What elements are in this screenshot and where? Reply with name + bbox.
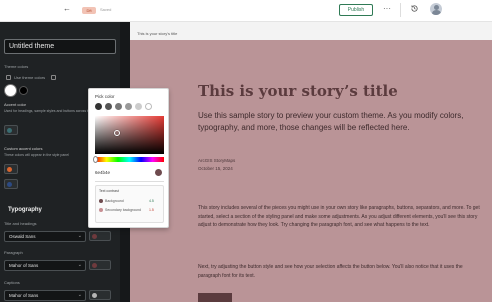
- chevron-down-icon: ⌄: [77, 233, 82, 239]
- picker-divider: [95, 181, 164, 182]
- white-theme-radio[interactable]: [6, 86, 15, 95]
- captions-label: Captions: [4, 280, 20, 285]
- title-font-select[interactable]: Oswald Sans ⌄: [4, 231, 86, 242]
- more-options-icon[interactable]: ···: [383, 4, 391, 13]
- hue-slider[interactable]: [95, 157, 164, 162]
- hex-input[interactable]: 6e4b4e: [95, 170, 110, 175]
- contrast-score-fail: 1.5: [149, 208, 154, 212]
- paragraph-color-button[interactable]: [89, 260, 111, 270]
- theme-colors-label: Theme colors: [4, 64, 29, 69]
- publish-button[interactable]: Publish: [339, 4, 373, 16]
- contrast-score-pass: 4.5: [149, 199, 154, 203]
- captions-color-button[interactable]: [89, 290, 111, 300]
- accent-swatch: [7, 128, 12, 133]
- canvas-story-label: This is your story's title: [137, 31, 178, 36]
- contrast-row-secondary: Secondary background: [99, 208, 141, 213]
- saturation-handle[interactable]: [114, 130, 120, 136]
- preset-swatch[interactable]: [95, 103, 102, 110]
- story-subtitle: Use this sample story to preview your cu…: [198, 111, 464, 132]
- theme-name-input[interactable]: Untitled theme: [4, 39, 116, 54]
- preset-swatch[interactable]: [105, 103, 112, 110]
- custom-swatch-orange: [7, 167, 12, 172]
- chevron-down-icon: ⌄: [77, 262, 82, 268]
- preset-swatch[interactable]: [115, 103, 122, 110]
- custom-color-1-button[interactable]: [4, 164, 18, 174]
- use-theme-colors-checkbox[interactable]: [6, 75, 11, 80]
- story-date: October 15, 2024: [198, 166, 233, 171]
- paragraph-font-select[interactable]: Mahor of Sans ⌄: [4, 260, 86, 271]
- contrast-check-panel: Text contrast Background 4.5 Secondary b…: [95, 185, 164, 223]
- story-paragraph-2: Next, try adjusting the button style and…: [198, 264, 463, 279]
- captions-font-select[interactable]: Mahor of Sans ⌄: [4, 290, 86, 301]
- save-status: Saved: [100, 7, 112, 12]
- color-picker-popover: Pick color 6e4b4e Text contrast Backgrou…: [88, 88, 169, 228]
- contrast-title: Text contrast: [99, 189, 119, 193]
- custom-accent-description: These colors will appear in the style pa…: [4, 153, 69, 157]
- preset-swatch[interactable]: [125, 103, 132, 110]
- saturation-area[interactable]: [95, 116, 164, 154]
- title-color-button[interactable]: [89, 231, 111, 241]
- chevron-down-icon: ⌄: [77, 292, 82, 298]
- story-title: This is your story’s title: [198, 82, 398, 100]
- accent-color-button[interactable]: [4, 125, 18, 135]
- black-theme-radio[interactable]: [19, 86, 28, 95]
- typography-heading: Typography: [8, 207, 42, 213]
- option-checkbox[interactable]: [51, 75, 56, 80]
- title-color-swatch: [92, 234, 97, 239]
- history-icon[interactable]: [410, 4, 419, 13]
- accent-color-label: Accent color: [4, 102, 27, 107]
- title-headings-label: Title and headings: [4, 221, 37, 226]
- back-arrow-icon[interactable]: ←: [63, 4, 71, 13]
- story-byline: ArcGIS StoryMaps: [198, 158, 236, 163]
- custom-color-2-button[interactable]: [4, 179, 18, 189]
- paragraph-color-swatch: [92, 263, 97, 268]
- preset-swatch[interactable]: [135, 103, 142, 110]
- top-bar: ← Dft Saved Publish ···: [0, 0, 492, 22]
- story-paragraph-1: This story includes several of the piece…: [198, 205, 480, 228]
- user-avatar[interactable]: [430, 3, 442, 15]
- use-theme-colors-label: Use theme colors: [14, 75, 46, 80]
- draft-badge: Dft: [82, 7, 96, 14]
- accent-color-description: Used for headings, sample styles and but…: [4, 109, 101, 113]
- custom-swatch-navy: [7, 182, 12, 187]
- contrast-row-background: Background: [99, 199, 124, 204]
- picker-title: Pick color: [95, 94, 115, 99]
- toolbar-divider: [400, 3, 401, 17]
- captions-color-swatch: [92, 293, 97, 298]
- hue-handle[interactable]: [93, 156, 98, 163]
- paragraph-label: Paragraph: [4, 250, 23, 255]
- story-sample-button: [198, 293, 232, 302]
- custom-accent-label: Custom accent colors: [4, 146, 43, 151]
- current-color-swatch: [155, 169, 162, 176]
- preset-swatch[interactable]: [145, 103, 152, 110]
